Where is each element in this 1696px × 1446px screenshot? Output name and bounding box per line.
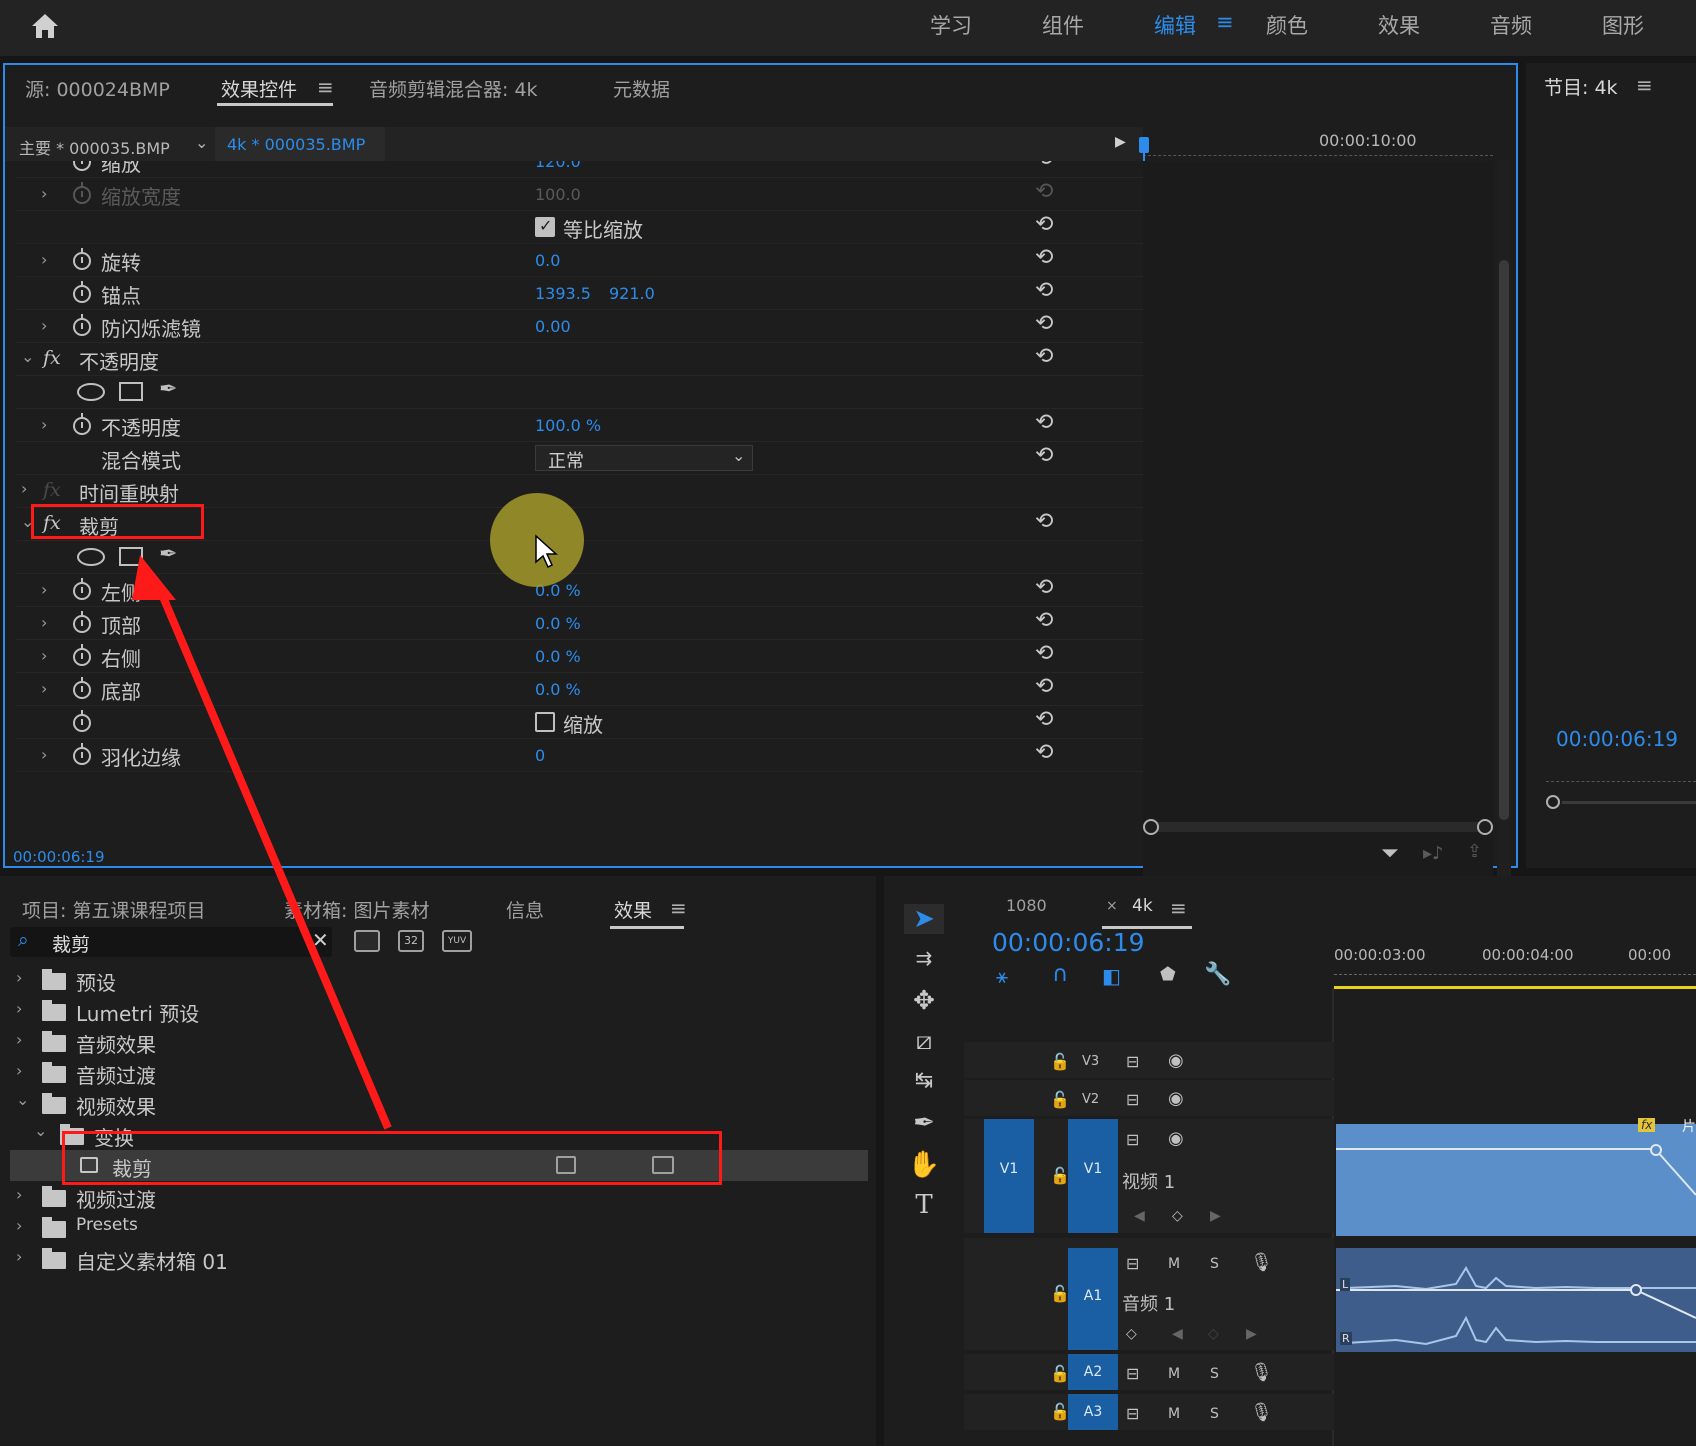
mouse-cursor-icon (535, 534, 558, 569)
drag-arrow (132, 555, 392, 1130)
